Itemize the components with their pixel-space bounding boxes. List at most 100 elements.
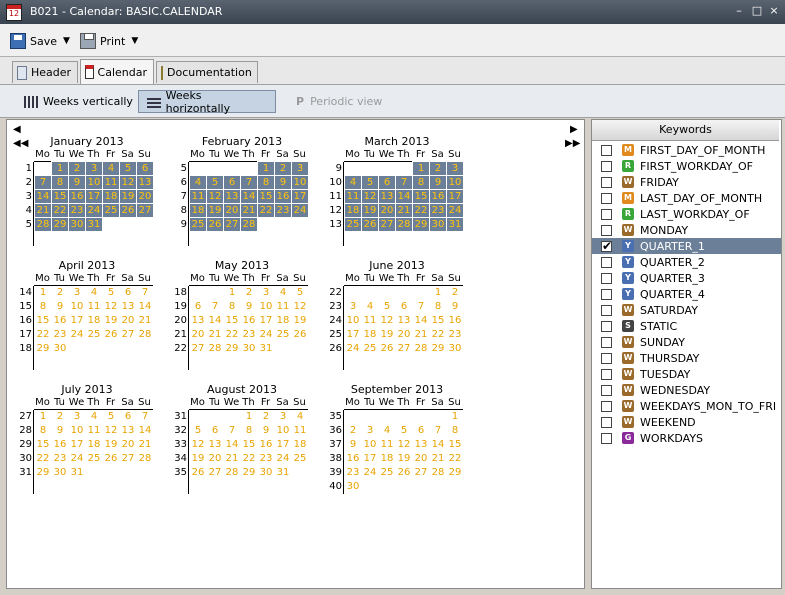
minimize-button[interactable]: – xyxy=(732,4,746,18)
day-cell[interactable]: 21 xyxy=(137,314,153,327)
keyword-row[interactable]: R FIRST_WORKDAY_OF xyxy=(592,158,781,174)
day-cell[interactable]: 15 xyxy=(412,189,430,204)
day-cell[interactable]: 30 xyxy=(52,466,68,479)
day-cell[interactable]: 26 xyxy=(119,203,137,218)
day-cell[interactable]: 25 xyxy=(189,217,207,232)
day-cell[interactable]: 6 xyxy=(136,161,154,176)
day-cell[interactable]: 20 xyxy=(413,452,429,465)
day-cell[interactable]: 23 xyxy=(241,328,257,341)
day-cell[interactable]: 1 xyxy=(257,161,275,176)
day-cell[interactable]: 15 xyxy=(35,438,51,451)
keyword-checkbox[interactable] xyxy=(601,208,612,220)
day-cell[interactable]: 22 xyxy=(35,452,51,465)
print-button[interactable]: Print ▼ xyxy=(80,32,138,50)
day-cell[interactable]: 21 xyxy=(240,203,258,218)
day-cell[interactable]: 21 xyxy=(207,328,223,341)
keyword-checkbox[interactable] xyxy=(601,288,612,300)
close-button[interactable]: × xyxy=(767,4,781,18)
day-cell[interactable]: 5 xyxy=(396,424,412,437)
day-cell[interactable]: 29 xyxy=(412,217,430,232)
day-cell[interactable]: 13 xyxy=(223,189,241,204)
day-cell[interactable]: 4 xyxy=(362,300,378,313)
day-cell[interactable]: 31 xyxy=(85,217,103,232)
day-cell[interactable]: 17 xyxy=(446,189,464,204)
day-cell[interactable]: 8 xyxy=(412,175,430,190)
keyword-checkbox[interactable]: ✔ xyxy=(601,240,612,252)
day-cell[interactable]: 22 xyxy=(412,203,430,218)
day-cell[interactable]: 2 xyxy=(68,161,86,176)
keyword-checkbox[interactable] xyxy=(601,368,612,380)
day-cell[interactable]: 3 xyxy=(69,286,85,299)
day-cell[interactable]: 27 xyxy=(207,466,223,479)
day-cell[interactable]: 27 xyxy=(120,452,136,465)
day-cell[interactable]: 13 xyxy=(190,314,206,327)
day-cell[interactable]: 22 xyxy=(51,203,69,218)
day-cell[interactable]: 4 xyxy=(102,161,120,176)
day-cell[interactable]: 14 xyxy=(224,438,240,451)
keyword-row[interactable]: W SUNDAY xyxy=(592,334,781,350)
keyword-checkbox[interactable] xyxy=(601,336,612,348)
keyword-row[interactable]: Y QUARTER_2 xyxy=(592,254,781,270)
day-cell[interactable]: 13 xyxy=(120,424,136,437)
day-cell[interactable]: 11 xyxy=(362,314,378,327)
day-cell[interactable]: 18 xyxy=(86,438,102,451)
day-cell[interactable]: 7 xyxy=(137,286,153,299)
day-cell[interactable]: 5 xyxy=(103,286,119,299)
day-cell[interactable]: 18 xyxy=(102,189,120,204)
day-cell[interactable]: 18 xyxy=(379,452,395,465)
keyword-row[interactable]: W FRIDAY xyxy=(592,174,781,190)
day-cell[interactable]: 19 xyxy=(396,452,412,465)
day-cell[interactable]: 4 xyxy=(86,410,102,423)
day-cell[interactable]: 16 xyxy=(241,314,257,327)
day-cell[interactable]: 1 xyxy=(224,286,240,299)
day-cell[interactable]: 1 xyxy=(35,286,51,299)
day-cell[interactable]: 19 xyxy=(361,203,379,218)
day-cell[interactable]: 30 xyxy=(68,217,86,232)
day-cell[interactable]: 8 xyxy=(241,424,257,437)
day-cell[interactable]: 18 xyxy=(86,314,102,327)
day-cell[interactable]: 10 xyxy=(69,424,85,437)
save-button[interactable]: Save ▼ xyxy=(10,32,70,50)
day-cell[interactable]: 1 xyxy=(447,410,463,423)
day-cell[interactable]: 2 xyxy=(429,161,447,176)
day-cell[interactable]: 27 xyxy=(136,203,154,218)
day-cell[interactable]: 15 xyxy=(257,189,275,204)
day-cell[interactable]: 9 xyxy=(68,175,86,190)
keyword-row[interactable]: Y QUARTER_4 xyxy=(592,286,781,302)
day-cell[interactable]: 18 xyxy=(362,328,378,341)
keyword-row[interactable]: W WEDNESDAY xyxy=(592,382,781,398)
maximize-button[interactable]: □ xyxy=(750,4,764,18)
day-cell[interactable]: 16 xyxy=(258,438,274,451)
day-cell[interactable]: 16 xyxy=(345,452,361,465)
day-cell[interactable]: 20 xyxy=(396,328,412,341)
day-cell[interactable]: 23 xyxy=(345,466,361,479)
day-cell[interactable]: 30 xyxy=(241,342,257,355)
day-cell[interactable]: 5 xyxy=(190,424,206,437)
day-cell[interactable]: 20 xyxy=(223,203,241,218)
day-cell[interactable]: 17 xyxy=(258,314,274,327)
day-cell[interactable]: 19 xyxy=(103,314,119,327)
day-cell[interactable]: 22 xyxy=(257,203,275,218)
day-cell[interactable]: 29 xyxy=(35,342,51,355)
day-cell[interactable]: 7 xyxy=(224,424,240,437)
keyword-checkbox[interactable] xyxy=(601,176,612,188)
day-cell[interactable]: 1 xyxy=(35,410,51,423)
day-cell[interactable]: 26 xyxy=(190,466,206,479)
day-cell[interactable]: 23 xyxy=(429,203,447,218)
keyword-row[interactable]: W SATURDAY xyxy=(592,302,781,318)
keyword-row[interactable]: Y QUARTER_3 xyxy=(592,270,781,286)
tab-header[interactable]: Header xyxy=(12,61,78,83)
day-cell[interactable]: 11 xyxy=(102,175,120,190)
day-cell[interactable]: 27 xyxy=(396,342,412,355)
day-cell[interactable]: 7 xyxy=(34,175,52,190)
keyword-row[interactable]: S STATIC xyxy=(592,318,781,334)
day-cell[interactable]: 5 xyxy=(119,161,137,176)
day-cell[interactable]: 6 xyxy=(120,410,136,423)
day-cell[interactable]: 24 xyxy=(291,203,309,218)
day-cell[interactable]: 28 xyxy=(34,217,52,232)
day-cell[interactable]: 14 xyxy=(137,300,153,313)
day-cell[interactable]: 3 xyxy=(258,286,274,299)
day-cell[interactable]: 27 xyxy=(190,342,206,355)
day-cell[interactable]: 6 xyxy=(396,300,412,313)
day-cell[interactable]: 17 xyxy=(345,328,361,341)
